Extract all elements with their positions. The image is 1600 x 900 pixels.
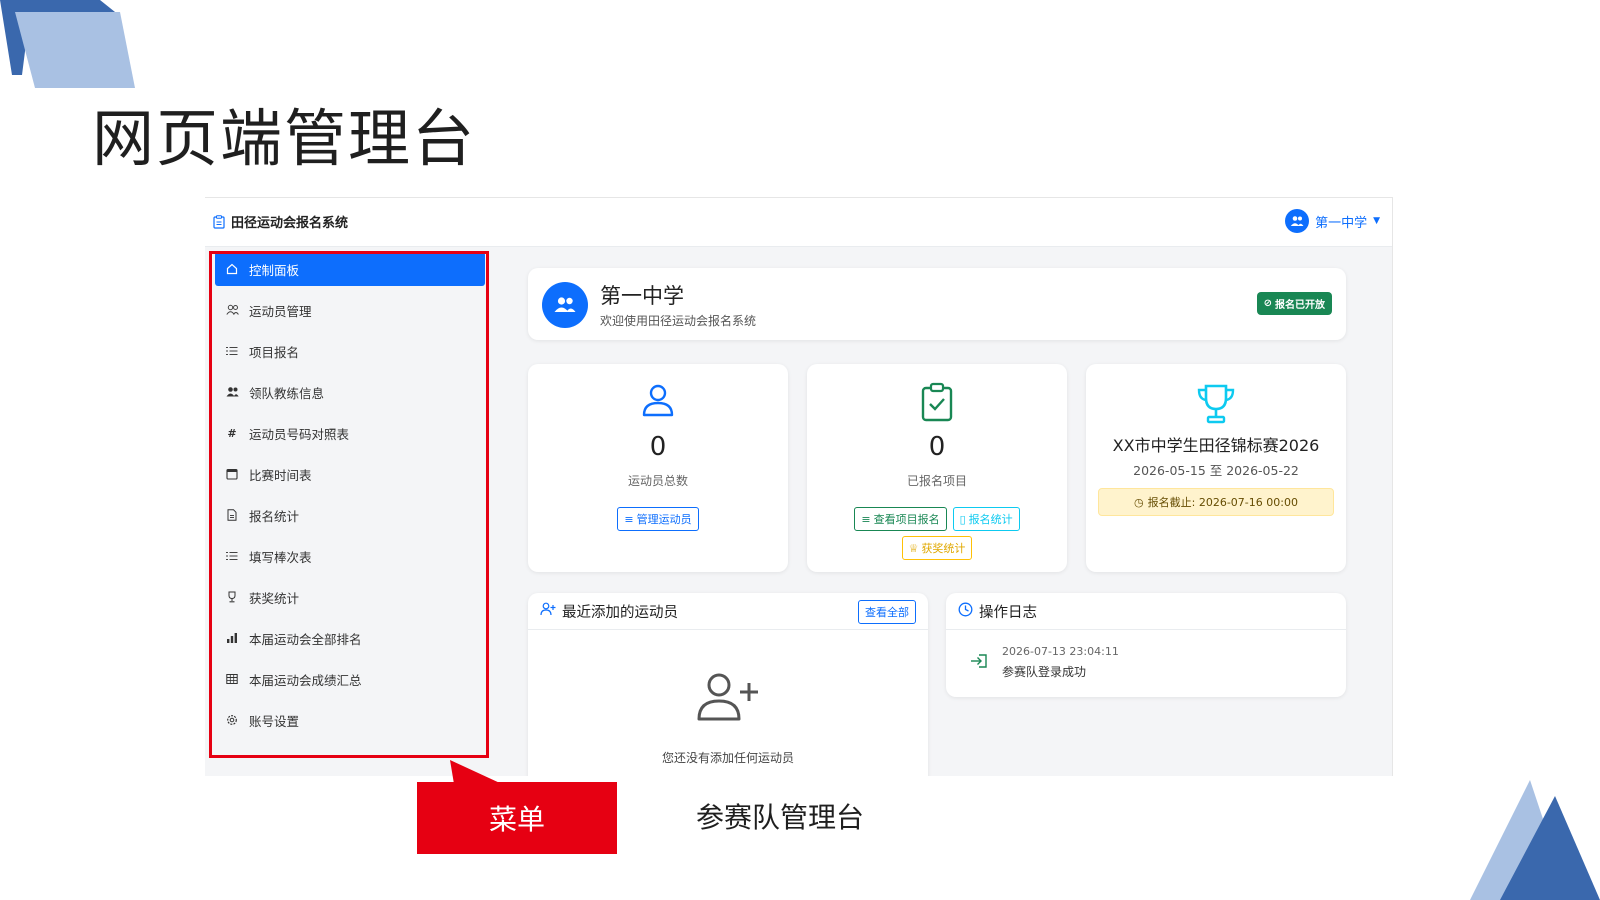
- status-badge-label: 报名已开放: [1275, 300, 1325, 311]
- file-icon: ▯: [959, 512, 966, 526]
- team-avatar: [542, 282, 588, 328]
- menu-callout: 菜单: [417, 782, 617, 854]
- corner-decoration: [0, 0, 135, 88]
- athletes-stat-card: 0 运动员总数 ≡ 管理运动员: [528, 364, 788, 572]
- competition-card: XX市中学生田径锦标赛2026 2026-05-15 至 2026-05-22 …: [1086, 364, 1346, 572]
- deadline-text: 报名截止: 2026-07-16 00:00: [1147, 496, 1298, 509]
- competition-title: XX市中学生田径锦标赛2026: [1112, 436, 1320, 455]
- recent-athletes-panel: 最近添加的运动员 查看全部 您还没有添加任何运动员: [528, 593, 928, 776]
- recent-athletes-title: 最近添加的运动员: [562, 604, 678, 621]
- app-brand[interactable]: 田径运动会报名系统: [213, 212, 348, 231]
- deadline-alert: ◷ 报名截止: 2026-07-16 00:00: [1098, 488, 1334, 516]
- person-plus-icon: [528, 671, 928, 723]
- caret-down-icon: ▼: [1373, 216, 1380, 226]
- event-count-label: 已报名项目: [906, 474, 967, 488]
- top-navbar: 田径运动会报名系统 第一中学 ▼: [205, 198, 1392, 247]
- user-name: 第一中学: [1315, 215, 1368, 231]
- user-menu[interactable]: 第一中学 ▼: [1285, 209, 1380, 233]
- award-stats-label: 获奖统计: [921, 542, 966, 555]
- person-icon: [528, 382, 788, 418]
- view-event-registration-label: 查看项目报名: [873, 513, 940, 526]
- log-entry-time: 2026-07-13 23:04:11: [1002, 645, 1119, 658]
- award-stats-button[interactable]: ♕ 获奖统计: [901, 536, 973, 560]
- slide-caption: 参赛队管理台: [696, 801, 865, 834]
- view-event-registration-button[interactable]: ≡ 查看项目报名: [854, 507, 947, 531]
- operation-log-header: 操作日志: [946, 593, 1346, 630]
- trophy-icon: ♕: [908, 541, 919, 555]
- check-circle-icon: ⊘: [1263, 298, 1272, 309]
- events-stat-card: 0 已报名项目 ≡ 查看项目报名 ▯ 报名统计 ♕ 获奖统计: [807, 364, 1067, 572]
- recent-athletes-header: 最近添加的运动员 查看全部: [528, 593, 928, 630]
- manage-athletes-label: 管理运动员: [636, 513, 692, 526]
- clipboard-icon: [213, 214, 225, 229]
- app-brand-label: 田径运动会报名系统: [231, 216, 349, 231]
- registration-stats-button[interactable]: ▯ 报名统计: [952, 507, 1020, 531]
- log-entry-message: 参赛队登录成功: [1002, 665, 1087, 679]
- competition-dates: 2026-05-15 至 2026-05-22: [1133, 463, 1299, 478]
- event-count: 0: [928, 432, 946, 462]
- athlete-count: 0: [649, 432, 667, 462]
- user-avatar: [1285, 209, 1310, 233]
- callout-pointer: [450, 760, 502, 784]
- slide-title: 网页端管理台: [92, 102, 477, 175]
- registration-stats-label: 报名统计: [968, 513, 1013, 526]
- people-icon: [554, 297, 576, 312]
- person-plus-icon: [540, 602, 556, 620]
- status-badge: ⊘ 报名已开放: [1256, 292, 1332, 315]
- menu-highlight-box: [209, 251, 489, 758]
- operation-log-panel: 操作日志 2026-07-13 23:04:11 参赛队登录成功: [946, 593, 1346, 697]
- trophy-icon: [1086, 382, 1346, 426]
- welcome-card: 第一中学 欢迎使用田径运动会报名系统 ⊘ 报名已开放: [528, 268, 1346, 340]
- operation-log-title: 操作日志: [979, 604, 1037, 621]
- welcome-subtitle: 欢迎使用田径运动会报名系统: [600, 314, 757, 328]
- team-name: 第一中学: [600, 284, 684, 308]
- manage-athletes-button[interactable]: ≡ 管理运动员: [617, 507, 699, 531]
- login-icon: [970, 653, 988, 673]
- people-icon: [1290, 216, 1304, 226]
- clock-icon: ◷: [1134, 495, 1144, 509]
- view-all-button[interactable]: 查看全部: [858, 600, 916, 624]
- clock-icon: [958, 602, 973, 621]
- list-icon: ≡: [861, 512, 871, 526]
- corner-decoration: [1470, 780, 1600, 900]
- empty-state-text: 您还没有添加任何运动员: [661, 751, 794, 765]
- clipboard-check-icon: [807, 382, 1067, 422]
- list-icon: ≡: [624, 512, 634, 526]
- athlete-count-label: 运动员总数: [627, 474, 688, 488]
